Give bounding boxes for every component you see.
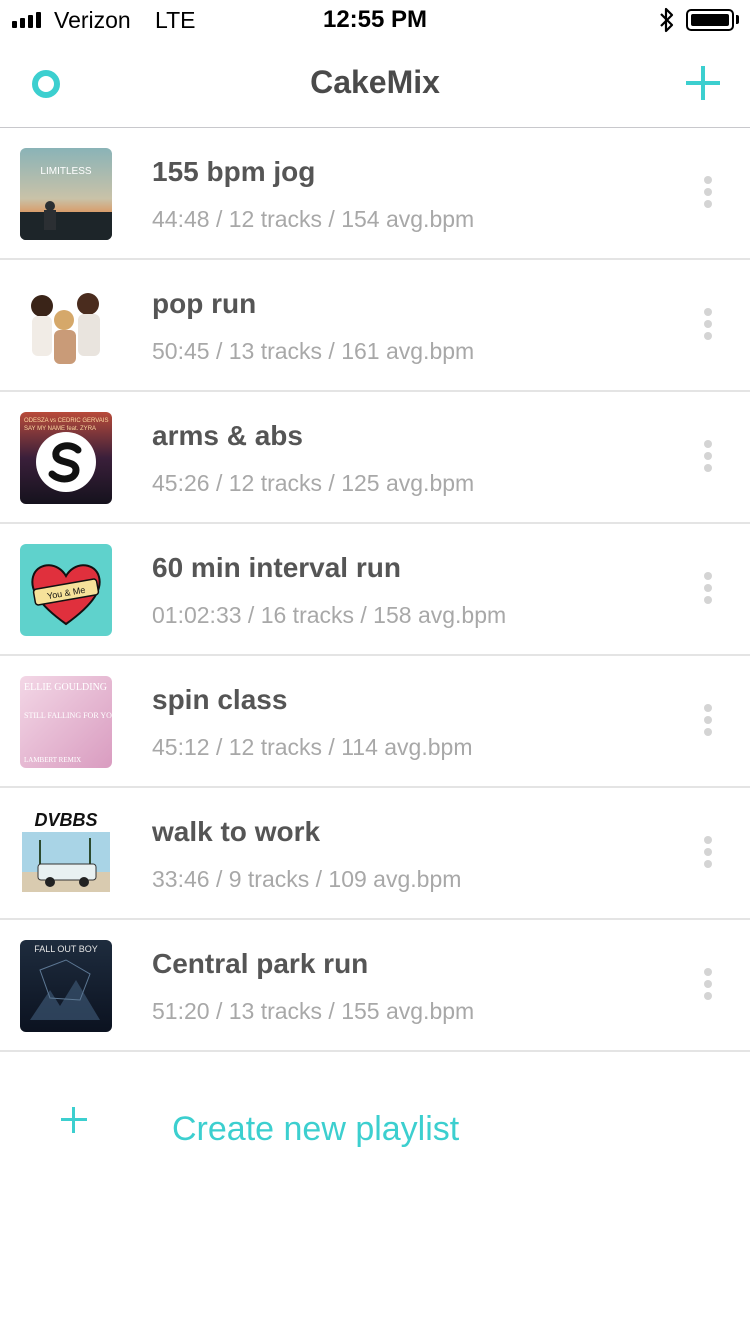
playlist-meta: 33:46 / 9 tracks / 109 avg.bpm — [152, 866, 462, 892]
bluetooth-icon — [660, 7, 674, 33]
playlist-title: walk to work — [152, 816, 321, 847]
playlist-title: 60 min interval run — [152, 552, 401, 583]
more-options-icon[interactable] — [698, 176, 718, 212]
ellie-art-text: ELLIE GOULDING — [24, 682, 107, 693]
dvbbs-art-text: DVBBS — [34, 810, 97, 830]
playlist-row[interactable]: FALL OUT BOY Central park run 51:20 / 13… — [0, 920, 750, 1052]
limitless-art-text: LIMITLESS — [40, 166, 91, 177]
heart-you-and-me-album-art: You & Me — [20, 544, 112, 636]
playlist-title: spin class — [152, 684, 288, 715]
dvbbs-album-art: DVBBS — [20, 808, 112, 900]
create-playlist-label: Create new playlist — [172, 1110, 460, 1148]
ellie-goulding-album-art: ELLIE GOULDING STILL FALLING FOR YOU LAM… — [20, 676, 112, 768]
more-options-icon[interactable] — [698, 440, 718, 476]
playlist-row[interactable]: You & Me 60 min interval run 01:02:33 / … — [0, 524, 750, 656]
battery-tip — [736, 15, 739, 24]
more-options-icon[interactable] — [698, 572, 718, 608]
plus-icon — [61, 1107, 87, 1133]
say-my-name-art-text: SAY MY NAME feat. ZYRA — [24, 426, 96, 432]
fall-out-boy-album-art: FALL OUT BOY — [20, 940, 112, 1032]
more-options-icon[interactable] — [698, 308, 718, 344]
more-options-icon[interactable] — [698, 836, 718, 872]
playlist-row[interactable]: ODESZA vs CEDRIC GERVAIS SAY MY NAME fea… — [0, 392, 750, 524]
odesza-art-text: ODESZA vs CEDRIC GERVAIS — [24, 418, 108, 424]
odesza-say-my-name-album-art: ODESZA vs CEDRIC GERVAIS SAY MY NAME fea… — [20, 412, 112, 504]
add-playlist-icon[interactable] — [686, 66, 720, 100]
more-options-icon[interactable] — [698, 704, 718, 740]
battery-icon — [686, 9, 734, 31]
status-time: 12:55 PM — [322, 6, 428, 33]
playlist-meta: 44:48 / 12 tracks / 154 avg.bpm — [152, 206, 475, 232]
playlist-row[interactable]: DVBBS walk to work 33:46 / 9 tracks / 10… — [0, 788, 750, 920]
playlist-title: 155 bpm jog — [152, 156, 316, 187]
playlist-meta: 45:26 / 12 tracks / 125 avg.bpm — [152, 470, 475, 496]
playlist-title: Central park run — [152, 948, 369, 979]
playlist-meta: 51:20 / 13 tracks / 155 avg.bpm — [152, 998, 475, 1024]
fob-art-text: FALL OUT BOY — [34, 944, 98, 954]
playlist-title: arms & abs — [152, 420, 303, 451]
app-title: CakeMix — [310, 64, 440, 100]
create-playlist-button[interactable]: Create new playlist — [0, 1088, 750, 1178]
playlist-list: LIMITLESS 155 bpm jog 44:48 / 12 tracks … — [0, 128, 750, 1052]
navigation-bar: CakeMix — [0, 40, 750, 128]
playlist-row[interactable]: LIMITLESS 155 bpm jog 44:48 / 12 tracks … — [0, 128, 750, 260]
status-bar: Verizon LTE 12:55 PM — [0, 0, 750, 40]
playlist-meta: 50:45 / 13 tracks / 161 avg.bpm — [152, 338, 475, 364]
playlist-row[interactable]: pop run 50:45 / 13 tracks / 161 avg.bpm — [0, 260, 750, 392]
ellie-song-art-text: STILL FALLING FOR YOU — [24, 711, 112, 720]
playlist-meta: 01:02:33 / 16 tracks / 158 avg.bpm — [152, 602, 507, 628]
more-options-icon[interactable] — [698, 968, 718, 1004]
playlist-row[interactable]: ELLIE GOULDING STILL FALLING FOR YOU LAM… — [0, 656, 750, 788]
trio-group-album-art — [20, 280, 112, 372]
playlist-meta: 45:12 / 12 tracks / 114 avg.bpm — [152, 734, 473, 760]
playlist-title: pop run — [152, 288, 257, 319]
lambert-art-text: LAMBERT REMIX — [24, 756, 81, 764]
limitless-album-art: LIMITLESS — [20, 148, 112, 240]
